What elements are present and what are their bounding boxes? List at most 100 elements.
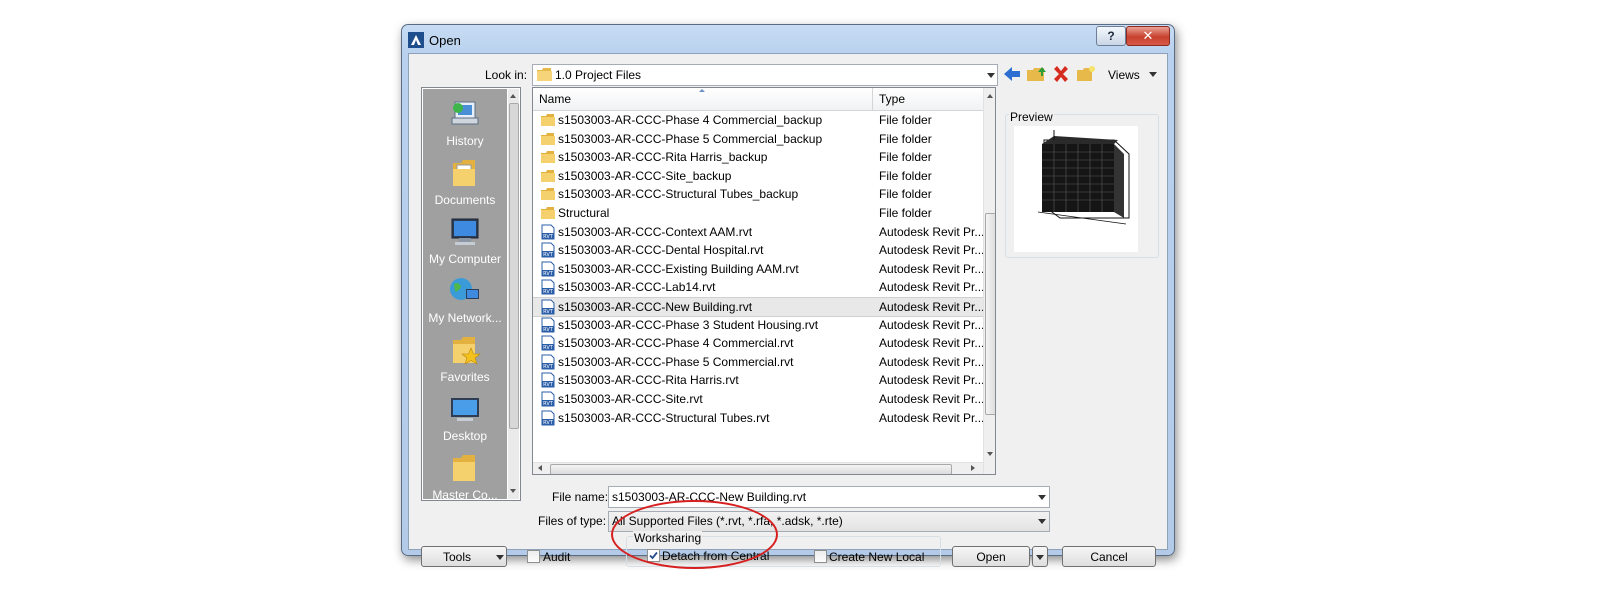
- help-button[interactable]: ?: [1096, 26, 1126, 46]
- table-row[interactable]: RVT s1503003-AR-CCC-Dental Hospital.rvt Au…: [533, 241, 983, 259]
- places-bar: History Documents My Computer My Network…: [421, 87, 521, 502]
- file-name-cell: s1503003-AR-CCC-Site_backup: [558, 168, 732, 183]
- back-arrow-icon[interactable]: [1002, 64, 1022, 84]
- table-row[interactable]: RVT s1503003-AR-CCC-Phase 4 Commercial.rv…: [533, 334, 983, 352]
- file-type-cell: Autodesk Revit Pr...: [879, 280, 983, 295]
- list-hscroll-thumb[interactable]: [550, 464, 952, 474]
- svg-text:RVT: RVT: [543, 345, 554, 351]
- svg-text:RVT: RVT: [543, 252, 554, 258]
- table-row[interactable]: RVT s1503003-AR-CCC-Context AAM.rvt Autode…: [533, 223, 983, 241]
- column-header-name[interactable]: Name: [539, 92, 571, 106]
- place-master-co[interactable]: Master Co...: [423, 448, 507, 506]
- scroll-right-icon[interactable]: [971, 465, 975, 471]
- list-vertical-scrollbar[interactable]: [983, 88, 995, 474]
- places-scrollbar[interactable]: [508, 89, 519, 499]
- rvt-file-icon: RVT: [541, 299, 555, 315]
- delete-icon[interactable]: [1051, 64, 1071, 84]
- new-folder-icon[interactable]: [1076, 64, 1096, 84]
- table-row[interactable]: RVT s1503003-AR-CCC-New Building.rvt Autod…: [533, 297, 983, 317]
- table-row[interactable]: s1503003-AR-CCC-Structural Tubes_backup F…: [533, 185, 983, 203]
- file-name-cell: s1503003-AR-CCC-Existing Building AAM.rv…: [558, 261, 799, 276]
- scroll-up-icon[interactable]: [510, 94, 516, 98]
- audit-label[interactable]: Audit: [543, 550, 570, 564]
- look-in-value: 1.0 Project Files: [555, 68, 642, 82]
- place-label: My Network...: [428, 311, 502, 325]
- folder-icon: [541, 114, 555, 126]
- file-type-cell: Autodesk Revit Pr...: [879, 261, 983, 276]
- views-button[interactable]: Views: [1108, 68, 1140, 82]
- table-row[interactable]: RVT s1503003-AR-CCC-Lab14.rvt Autodesk Rev…: [533, 278, 983, 296]
- look-in-dropdown[interactable]: 1.0 Project Files: [532, 64, 998, 86]
- table-row[interactable]: RVT s1503003-AR-CCC-Phase 3 Student Housi…: [533, 316, 983, 334]
- up-folder-icon[interactable]: [1026, 64, 1046, 84]
- scroll-down-icon[interactable]: [987, 452, 993, 456]
- file-type-cell: Autodesk Revit Pr...: [879, 336, 983, 351]
- file-type-cell: Autodesk Revit Pr...: [879, 317, 983, 332]
- table-row[interactable]: s1503003-AR-CCC-Rita Harris_backup File f…: [533, 148, 983, 166]
- file-name-cell: s1503003-AR-CCC-Site.rvt: [558, 392, 703, 406]
- file-name-cell: s1503003-AR-CCC-Context AAM.rvt: [558, 224, 753, 239]
- views-dropdown-icon[interactable]: [1149, 72, 1157, 77]
- column-header-type[interactable]: Type: [879, 92, 905, 106]
- list-header: Name Type: [533, 88, 983, 111]
- file-name-cell: s1503003-AR-CCC-Phase 3 Student Housing.…: [558, 317, 819, 332]
- svg-text:RVT: RVT: [543, 234, 554, 240]
- places-scroll-thumb[interactable]: [509, 103, 519, 429]
- table-row[interactable]: Structural File folder: [533, 204, 983, 222]
- table-row[interactable]: s1503003-AR-CCC-Phase 4 Commercial_backu…: [533, 111, 983, 129]
- audit-checkbox[interactable]: [527, 550, 540, 563]
- look-in-label: Look in:: [485, 68, 528, 82]
- tools-button[interactable]: Tools: [421, 546, 507, 567]
- column-divider[interactable]: [872, 88, 873, 110]
- table-row[interactable]: RVT s1503003-AR-CCC-Structural Tubes.rvt A…: [533, 409, 983, 427]
- file-name-cell: Structural: [558, 206, 610, 220]
- create-new-local-label[interactable]: Create New Local: [829, 550, 924, 564]
- scroll-up-icon[interactable]: [987, 94, 993, 98]
- file-name-cell: s1503003-AR-CCC-Rita Harris_backup: [558, 150, 768, 165]
- table-row[interactable]: s1503003-AR-CCC-Site_backup File folder: [533, 167, 983, 185]
- file-type-cell: File folder: [879, 150, 932, 165]
- my-network-icon: [450, 278, 479, 300]
- rvt-file-icon: RVT: [541, 372, 555, 388]
- place-desktop[interactable]: Desktop: [423, 389, 507, 447]
- title-bar[interactable]: Open ? ✕: [402, 25, 1174, 53]
- table-row[interactable]: RVT s1503003-AR-CCC-Phase 5 Commercial.rv…: [533, 353, 983, 371]
- place-documents[interactable]: Documents: [423, 153, 507, 211]
- list-horizontal-scrollbar[interactable]: [533, 462, 983, 474]
- place-label: Desktop: [442, 429, 488, 443]
- rvt-file-icon: RVT: [541, 410, 555, 426]
- file-type-cell: Autodesk Revit Pr...: [879, 300, 983, 314]
- favorites-icon: [453, 337, 481, 365]
- svg-text:RVT: RVT: [543, 271, 554, 277]
- chevron-down-icon[interactable]: [1038, 495, 1046, 500]
- my-computer-icon: [451, 218, 479, 245]
- history-icon: [451, 101, 479, 125]
- file-type-cell: File folder: [879, 206, 932, 220]
- place-my-network[interactable]: My Network...: [423, 271, 507, 329]
- create-new-local-checkbox[interactable]: [814, 550, 827, 563]
- rvt-file-icon: RVT: [541, 279, 555, 295]
- cancel-button[interactable]: Cancel: [1062, 546, 1156, 567]
- open-dialog: Open ? ✕ Look in: 1.0 Project Files View…: [401, 24, 1175, 567]
- file-name-cell: s1503003-AR-CCC-Phase 5 Commercial_backu…: [558, 131, 823, 146]
- file-type-cell: File folder: [879, 168, 932, 183]
- svg-text:RVT: RVT: [543, 420, 554, 426]
- scroll-left-icon[interactable]: [538, 465, 542, 471]
- place-favorites[interactable]: Favorites: [423, 330, 507, 388]
- file-type-cell: Autodesk Revit Pr...: [879, 354, 983, 369]
- open-options-button[interactable]: [1032, 546, 1048, 567]
- file-type-label: Files of type:: [538, 514, 607, 528]
- list-scroll-thumb[interactable]: [985, 213, 995, 415]
- open-button[interactable]: Open: [952, 546, 1030, 567]
- cancel-label: Cancel: [1090, 550, 1128, 564]
- table-row[interactable]: RVT s1503003-AR-CCC-Existing Building AAM…: [533, 260, 983, 278]
- close-button[interactable]: ✕: [1126, 26, 1170, 46]
- scroll-down-icon[interactable]: [510, 489, 516, 493]
- table-row[interactable]: RVT s1503003-AR-CCC-Rita Harris.rvt Autode…: [533, 371, 983, 389]
- table-row[interactable]: RVT s1503003-AR-CCC-Site.rvt Autodesk Revi…: [533, 390, 983, 408]
- table-row[interactable]: s1503003-AR-CCC-Phase 5 Commercial_backu…: [533, 130, 983, 148]
- file-name-cell: s1503003-AR-CCC-Phase 4 Commercial_backu…: [558, 113, 823, 127]
- place-my-computer[interactable]: My Computer: [423, 212, 507, 270]
- place-history[interactable]: History: [423, 94, 507, 152]
- folder-icon: [541, 151, 555, 164]
